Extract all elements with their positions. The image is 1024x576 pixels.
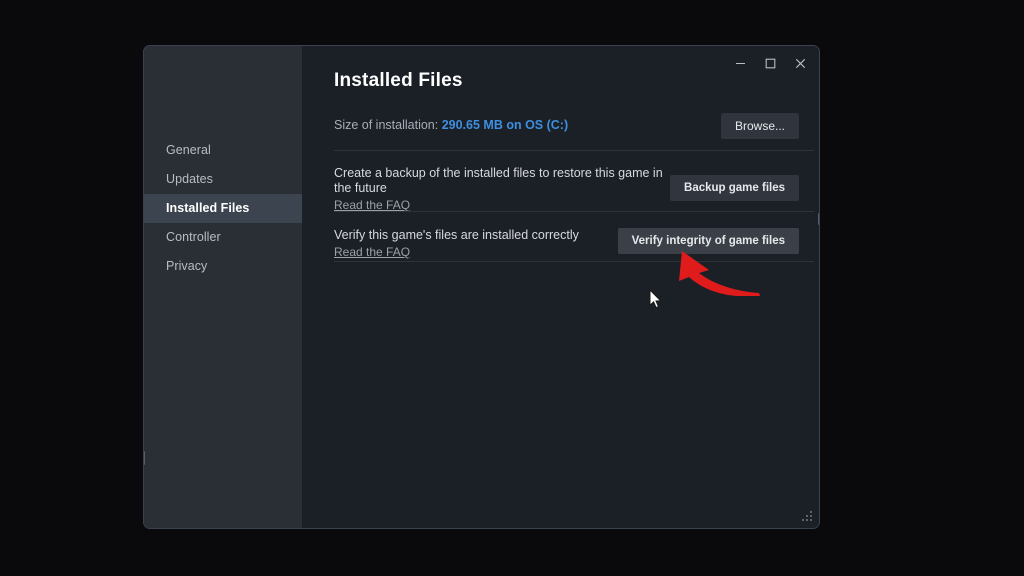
sidebar-item-label: Installed Files [166,201,250,215]
installation-size-value: 290.65 MB on OS (C:) [441,118,569,132]
backup-game-files-button[interactable]: Backup game files [670,175,799,201]
sidebar-item-general[interactable]: General [144,136,302,165]
verify-faq-link[interactable]: Read the FAQ [334,245,410,259]
desktop-background: General Updates Installed Files Controll… [0,0,1024,576]
minimize-icon[interactable] [725,50,755,76]
sidebar-item-label: Updates [166,172,213,186]
page-title: Installed Files [334,70,463,91]
sidebar-item-label: Privacy [166,259,208,273]
window-controls [725,49,815,77]
backup-description: Create a backup of the installed files t… [334,166,663,195]
sidebar-item-controller[interactable]: Controller [144,223,302,252]
verify-integrity-button[interactable]: Verify integrity of game files [617,228,799,254]
sidebar-item-updates[interactable]: Updates [144,165,302,194]
settings-sidebar: General Updates Installed Files Controll… [144,46,302,528]
divider [334,261,814,262]
close-icon[interactable] [785,50,815,76]
steam-game-properties-window: General Updates Installed Files Controll… [143,45,820,529]
resize-grip-icon[interactable] [802,511,812,521]
sidebar-item-installed-files[interactable]: Installed Files [144,194,302,223]
divider [334,211,814,212]
main-content-panel: Installed Files Size of installation: 29… [302,46,819,528]
divider [334,150,814,151]
sidebar-item-label: General [166,143,211,157]
maximize-icon[interactable] [755,50,785,76]
window-resize-handle-left[interactable] [144,451,145,465]
installation-size-label: Size of installation: [334,118,442,132]
backup-faq-link[interactable]: Read the FAQ [334,198,410,212]
sidebar-item-label: Controller [166,230,221,244]
sidebar-item-privacy[interactable]: Privacy [144,252,302,281]
window-resize-handle-right[interactable] [818,213,819,225]
browse-button[interactable]: Browse... [720,113,799,139]
